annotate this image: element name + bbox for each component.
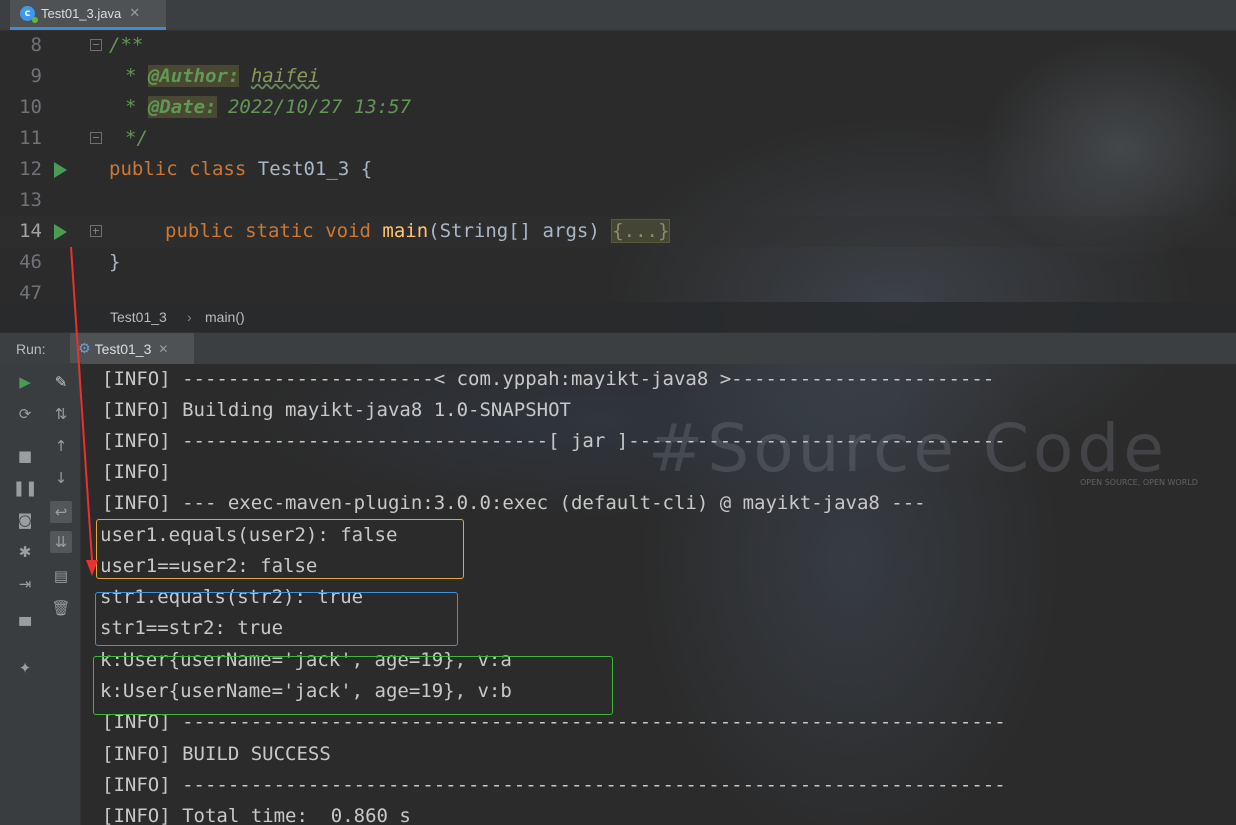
line-number: 8 xyxy=(30,34,42,56)
code-text: */ xyxy=(125,127,148,149)
console-line: [INFO] xyxy=(102,461,171,483)
javadoc-value: haifei xyxy=(250,65,320,87)
comment-star: * xyxy=(125,96,148,118)
layout-icon[interactable]: ▀ xyxy=(14,615,36,637)
code-line: 11 */ xyxy=(0,123,1236,154)
fold-collapse-icon[interactable] xyxy=(90,132,102,144)
java-class-icon: c xyxy=(20,6,38,23)
comment-star: * xyxy=(125,65,148,87)
line-number: 9 xyxy=(30,65,42,87)
file-tab-title: Test01_3.java xyxy=(41,6,122,21)
code-editor[interactable]: 8 /** 9 * @Author: haifei 10 * @Date: 20… xyxy=(0,30,1236,302)
code-line: 12 public class Test01_3 { xyxy=(0,154,1236,185)
code-line: 9 * @Author: haifei xyxy=(0,61,1236,92)
code-line: 13 xyxy=(0,185,1236,216)
line-number: 12 xyxy=(19,158,42,180)
scroll-to-end-icon[interactable]: ⇊ xyxy=(50,531,72,553)
code-line: 14 public static void main(String[] args… xyxy=(0,216,1236,247)
keyword: void xyxy=(325,220,371,242)
console-line: [INFO] Total time: 0.860 s xyxy=(102,805,411,825)
settings-icon[interactable]: ✱ xyxy=(14,541,36,563)
close-icon[interactable]: ✕ xyxy=(158,342,168,356)
rerun-icon[interactable]: ▶ xyxy=(14,371,36,393)
pause-icon[interactable]: ❚❚ xyxy=(12,477,37,499)
editor-tab-bar: c Test01_3.java ✕ xyxy=(0,0,1236,31)
console-line: k:User{userName='jack', age=19}, v:b xyxy=(102,680,512,702)
run-config-tab[interactable]: ⚙ Test01_3 ✕ xyxy=(70,333,194,364)
fold-expand-icon[interactable] xyxy=(90,225,102,237)
clear-output-icon[interactable]: ✎ xyxy=(50,371,72,393)
camera-icon[interactable]: ◙ xyxy=(14,509,36,531)
code-text: } xyxy=(109,251,121,273)
javadoc-tag: @Date: xyxy=(147,96,217,118)
javadoc-value: 2022/10/27 13:57 xyxy=(227,96,412,118)
console-line: [INFO] ---------------------------------… xyxy=(102,711,1006,733)
console-line: [INFO] BUILD SUCCESS xyxy=(102,743,331,765)
code-text: /** xyxy=(109,34,144,56)
run-tool-header: Run: ⚙ Test01_3 ✕ xyxy=(0,332,1236,364)
line-number: 10 xyxy=(19,96,42,118)
line-number: 13 xyxy=(19,189,42,211)
code-line: 8 /** xyxy=(0,30,1236,61)
soft-wrap-icon[interactable]: ↩ xyxy=(50,501,72,523)
keyword: class xyxy=(189,158,247,180)
console-line: user1==user2: false xyxy=(102,555,318,577)
print-icon[interactable]: ▤ xyxy=(50,565,72,587)
javadoc-tag: @Author: xyxy=(147,65,240,87)
keyword: static xyxy=(245,220,314,242)
run-toolbar: ▶ ⟳ ■ ❚❚ ◙ ✱ ⇥ ▀ ✦ ✎ ⇅ ↑ ↓ ↩ ⇊ ▤ 🗑 xyxy=(0,363,81,825)
console-line: user1.equals(user2): false xyxy=(102,524,398,546)
code-line: 47 xyxy=(0,278,1236,302)
file-tab[interactable]: c Test01_3.java ✕ xyxy=(10,0,166,30)
console-line: [INFO] --------------------------------[… xyxy=(102,430,1006,452)
breadcrumb: Test01_3 › main() xyxy=(0,302,1236,332)
console-line: [INFO] --- exec-maven-plugin:3.0.0:exec … xyxy=(102,492,926,514)
modify-run-config-icon[interactable]: ⟳ xyxy=(14,403,36,425)
trash-icon[interactable]: 🗑 xyxy=(50,597,72,619)
folded-code-block[interactable]: {...} xyxy=(611,219,671,243)
run-class-icon[interactable] xyxy=(54,162,67,178)
method-params: (String[] args) xyxy=(428,220,600,242)
console-output[interactable]: [INFO] ----------------------< com.yppah… xyxy=(102,363,1232,825)
run-config-tab-title: Test01_3 xyxy=(94,340,152,357)
up-arrow-icon[interactable]: ↑ xyxy=(50,435,72,457)
breadcrumb-class[interactable]: Test01_3 xyxy=(110,309,167,325)
breadcrumb-separator: › xyxy=(187,309,192,325)
fold-collapse-icon[interactable] xyxy=(90,39,102,51)
stop-icon[interactable]: ■ xyxy=(14,445,36,467)
console-line: [INFO] Building mayikt-java8 1.0-SNAPSHO… xyxy=(102,399,571,421)
console-line: str1==str2: true xyxy=(102,617,284,639)
down-arrow-icon[interactable]: ↓ xyxy=(50,467,72,489)
pin-icon[interactable]: ✦ xyxy=(14,657,36,679)
console-line: [INFO] ---------------------------------… xyxy=(102,774,1006,796)
breadcrumb-method[interactable]: main() xyxy=(205,309,245,325)
run-main-icon[interactable] xyxy=(54,224,67,240)
console-line: [INFO] ----------------------< com.yppah… xyxy=(102,368,995,390)
exit-icon[interactable]: ⇥ xyxy=(14,573,36,595)
keyword: public xyxy=(109,158,178,180)
close-tab-icon[interactable]: ✕ xyxy=(129,6,140,21)
class-name: Test01_3 { xyxy=(257,158,373,180)
line-number: 11 xyxy=(19,127,42,149)
code-line: 46 } xyxy=(0,247,1236,278)
keyword: public xyxy=(165,220,234,242)
run-label: Run: xyxy=(16,341,46,357)
line-number: 47 xyxy=(19,282,42,302)
gear-icon: ⚙ xyxy=(78,340,91,357)
console-line: k:User{userName='jack', age=19}, v:a xyxy=(102,649,512,671)
line-number: 14 xyxy=(19,220,42,242)
code-line: 10 * @Date: 2022/10/27 13:57 xyxy=(0,92,1236,123)
sort-icon[interactable]: ⇅ xyxy=(50,403,72,425)
line-number: 46 xyxy=(19,251,42,273)
console-line: str1.equals(str2): true xyxy=(102,586,364,608)
method-name: main xyxy=(382,220,429,242)
